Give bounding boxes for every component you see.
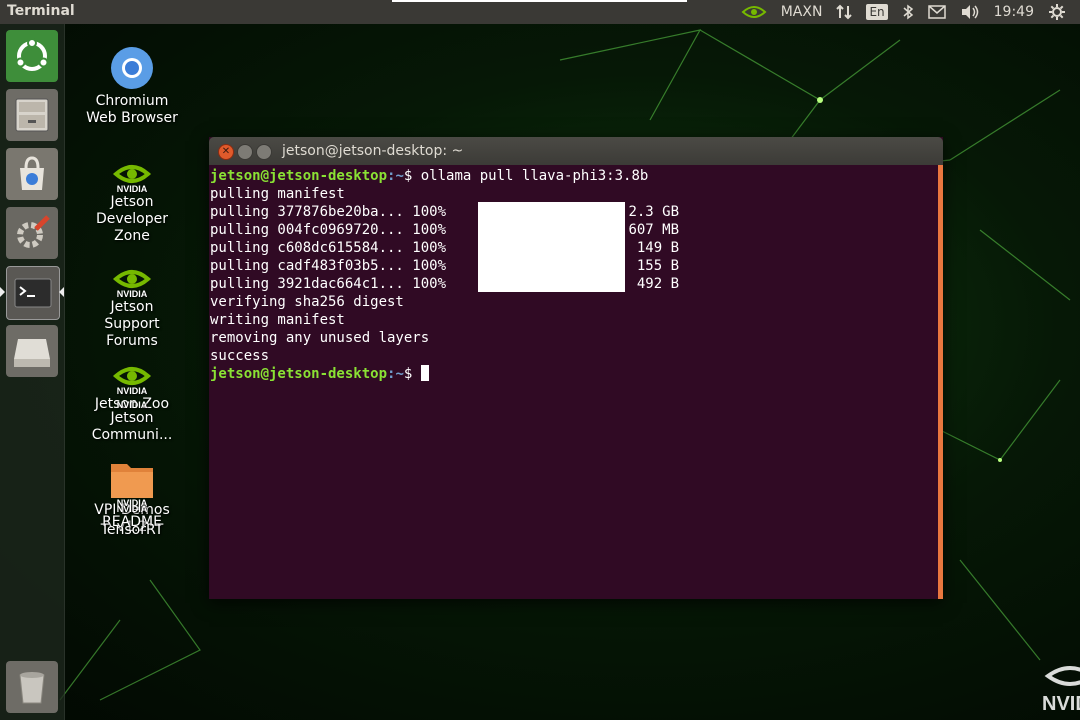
terminal-scrollbar[interactable] (938, 165, 943, 599)
svg-text:NVIDIA: NVIDIA (117, 184, 148, 194)
desktop-icon-jetson-developer-zone[interactable]: NVIDIA Jetson Developer Zone (82, 160, 182, 245)
bluetooth-icon[interactable] (902, 4, 914, 20)
ubuntu-logo-icon (15, 38, 49, 71)
desktop-icon-label: Jetson Developer Zone (95, 194, 168, 244)
prompt-path: :~ (387, 168, 404, 184)
launcher-files[interactable] (6, 89, 58, 141)
nvidia-power-icon[interactable] (741, 4, 767, 20)
top-panel: Terminal MAXN En 19:49 (0, 0, 1080, 24)
keyboard-language-indicator[interactable]: En (866, 4, 888, 20)
progress-bar-redaction (478, 202, 625, 292)
svg-text:NVIDIA: NVIDIA (117, 289, 148, 299)
terminal-title: jetson@jetson-desktop: ~ (282, 143, 464, 159)
output-line: verifying sha256 digest (210, 293, 938, 311)
launcher-settings[interactable] (6, 207, 58, 259)
drive-icon (14, 339, 50, 367)
close-icon: ✕ (221, 146, 231, 157)
volume-icon[interactable] (960, 4, 980, 20)
active-app-title: Terminal (7, 3, 75, 19)
network-transfer-icon[interactable] (836, 4, 853, 20)
desktop-icon-chromium[interactable]: Chromium Web Browser (82, 45, 182, 127)
desktop-icon-label: Jetson Communi... (91, 410, 173, 443)
settings-wrench-icon (17, 215, 50, 248)
prompt-user: jetson@jetson-desktop (210, 168, 388, 184)
command-line: jetson@jetson-desktop:~$ ollama pull lla… (210, 167, 938, 185)
output-text: success (210, 348, 270, 364)
clock[interactable]: 19:49 (994, 4, 1034, 20)
trash-icon (19, 672, 45, 704)
terminal-titlebar[interactable]: ✕ jetson@jetson-desktop: ~ (209, 137, 943, 165)
launcher-ubuntu-dash[interactable] (6, 30, 58, 82)
desktop-icon-label: Chromium Web Browser (86, 93, 178, 126)
nvidia-corner-logo: NVID (1040, 660, 1080, 716)
prompt-symbol: $ (403, 168, 413, 184)
output-text: pulling c608dc615584... 100% (210, 240, 447, 256)
nvidia-icon: NVIDIA (117, 504, 148, 514)
prompt-symbol: $ (403, 366, 413, 382)
prompt-path: :~ (387, 366, 404, 382)
prompt-line: jetson@jetson-desktop:~$ (210, 365, 938, 383)
output-text: pulling cadf483f03b5... 100% (210, 258, 447, 274)
output-text: verifying sha256 digest (210, 294, 404, 310)
prompt-user: jetson@jetson-desktop (210, 366, 388, 382)
mail-icon[interactable] (927, 5, 946, 19)
output-text: pulling manifest (210, 186, 345, 202)
terminal-window[interactable]: ✕ jetson@jetson-desktop: ~ jetson@jetson… (209, 137, 943, 599)
launcher-drive[interactable] (6, 325, 58, 377)
file-cabinet-icon (15, 98, 49, 132)
output-text: pulling 3921dac664c1... 100% (210, 276, 447, 292)
desktop-icon-label: Jetson Support Forums (104, 299, 160, 349)
text-cursor (420, 365, 429, 381)
svg-text:NVIDIA: NVIDIA (117, 400, 148, 410)
output-text: removing any unused layers (210, 330, 430, 346)
command-text: ollama pull llava-phi3:3.8b (420, 168, 649, 184)
gear-icon[interactable] (1048, 3, 1066, 21)
launcher-running-indicator (0, 287, 5, 297)
desktop-icon-tensorrt[interactable]: NVIDIA TensorRT (82, 488, 182, 539)
chromium-icon (111, 47, 153, 89)
close-button[interactable]: ✕ (218, 144, 234, 160)
launcher-trash[interactable] (6, 661, 58, 713)
nvidia-icon: NVIDIA (112, 270, 152, 299)
maximize-button[interactable] (256, 144, 272, 160)
top-redacted-strip (392, 0, 687, 2)
power-mode-label[interactable]: MAXN (781, 4, 823, 20)
svg-text:NVID: NVID (1042, 693, 1080, 715)
output-text: writing manifest (210, 312, 345, 328)
terminal-icon (14, 278, 52, 308)
minimize-button[interactable] (237, 144, 253, 160)
output-line: pulling manifest (210, 185, 938, 203)
nvidia-icon: NVIDIA (117, 400, 148, 410)
launcher (0, 24, 65, 720)
shopping-bag-icon (20, 156, 44, 190)
output-text: pulling 377876be20ba... 100% (210, 204, 447, 220)
desktop-icon-jetson-support-forums[interactable]: NVIDIA Jetson Support Forums (82, 265, 182, 350)
nvidia-icon: NVIDIA (112, 165, 152, 194)
output-line: success (210, 347, 938, 365)
launcher-software[interactable] (6, 148, 58, 200)
system-tray: MAXN En 19:49 (741, 0, 1080, 24)
launcher-terminal[interactable] (6, 266, 60, 320)
desktop-icon-label: TensorRT (100, 522, 164, 538)
output-line: writing manifest (210, 311, 938, 329)
output-line: removing any unused layers (210, 329, 938, 347)
launcher-focused-indicator (59, 287, 64, 297)
desktop-icon-jetson-community[interactable]: NVIDIA Jetson Communi... (82, 376, 182, 444)
output-text: pulling 004fc0969720... 100% (210, 222, 447, 238)
svg-text:NVIDIA: NVIDIA (117, 504, 148, 514)
